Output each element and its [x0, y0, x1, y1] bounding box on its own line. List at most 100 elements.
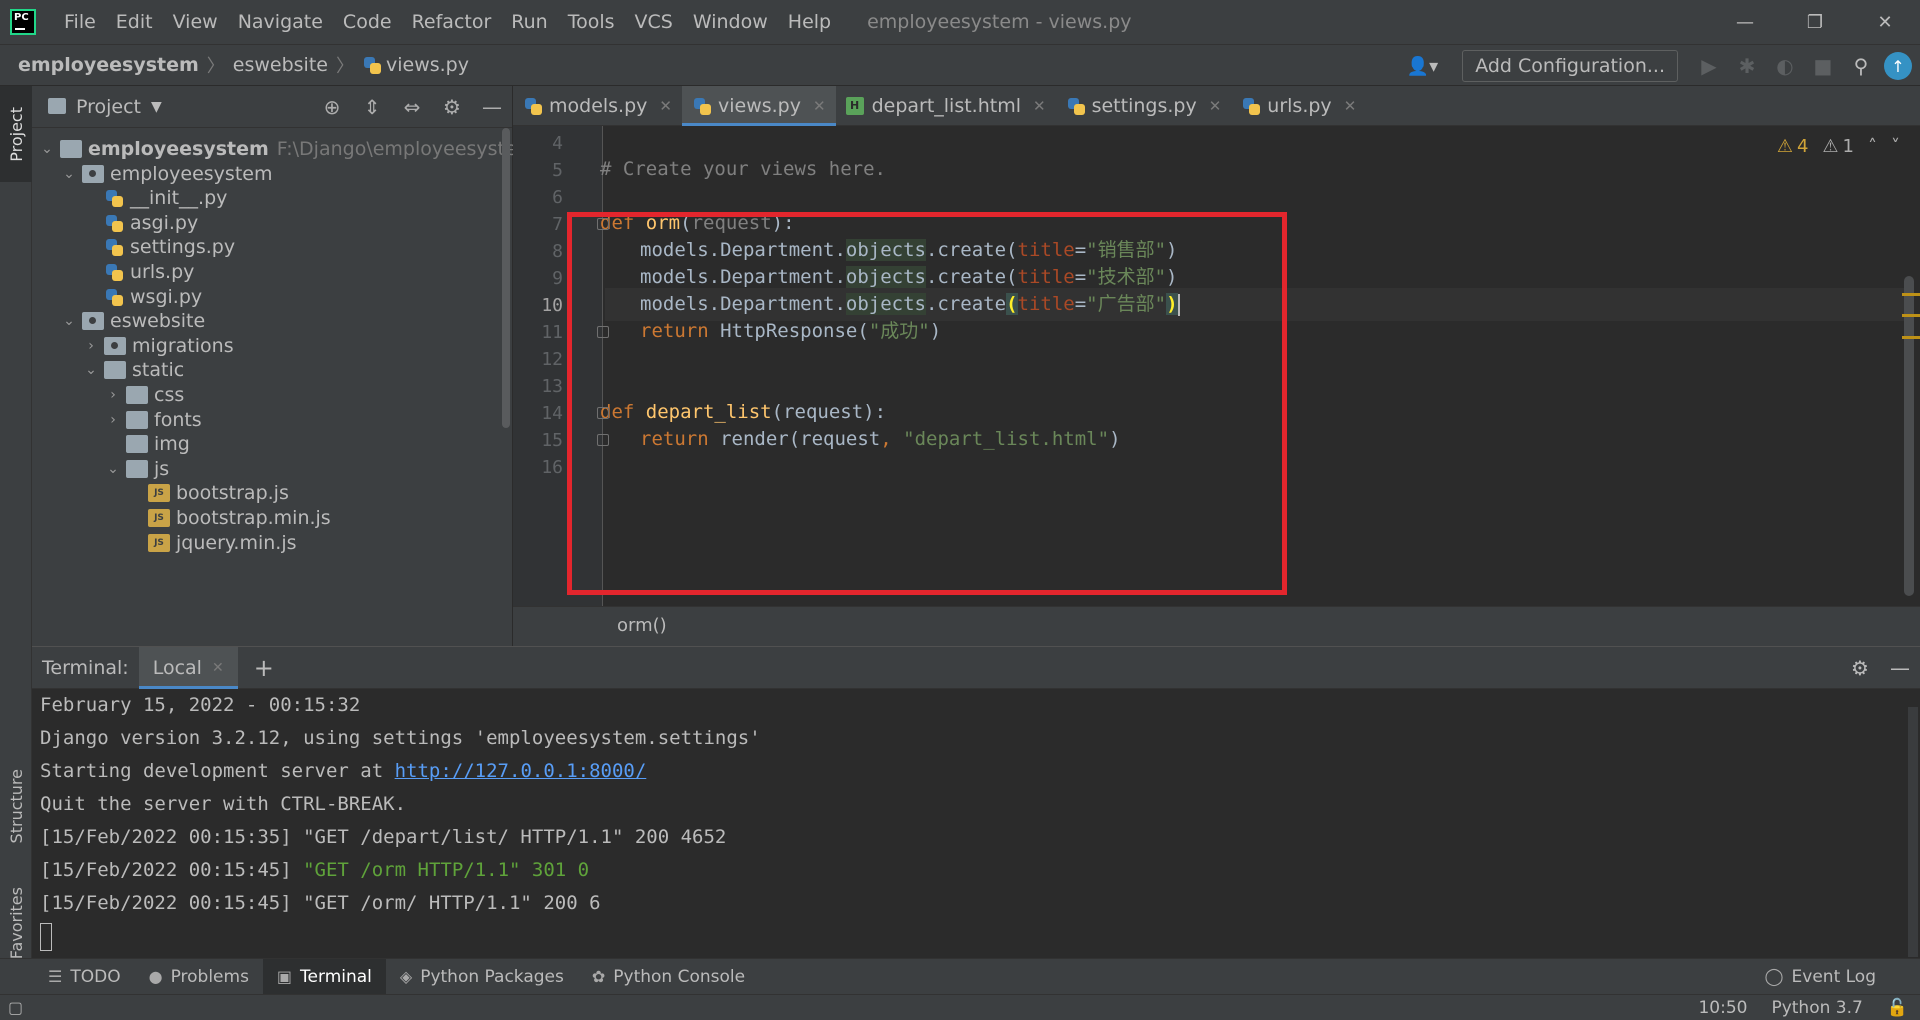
weak-warning-count: 1	[1842, 136, 1854, 157]
collapse-all-icon[interactable]: ⇔	[392, 95, 432, 119]
terminal-prompt[interactable]	[40, 920, 1900, 953]
add-configuration-button[interactable]: Add Configuration...	[1462, 50, 1678, 82]
menu-vcs[interactable]: VCS	[625, 0, 683, 44]
add-terminal-icon[interactable]: +	[254, 654, 274, 682]
close-icon[interactable]: ✕	[813, 97, 826, 115]
breadcrumb-function[interactable]: orm()	[617, 615, 667, 636]
menu-tools[interactable]: Tools	[558, 0, 625, 44]
crumb-module[interactable]: eswebsite	[233, 54, 328, 76]
chevron-right-icon[interactable]: ›	[104, 387, 122, 403]
hide-icon[interactable]: —	[1880, 656, 1920, 680]
project-panel-header: Project ▼ ⊕ ⇕ ⇔ ⚙ —	[32, 86, 512, 128]
chevron-down-icon[interactable]: ▼	[151, 99, 162, 115]
terminal-tab[interactable]: ▣ Terminal	[262, 958, 386, 995]
editor-tab[interactable]: settings.py ✕	[1056, 86, 1232, 126]
menu-window[interactable]: Window	[683, 0, 778, 44]
chevron-down-icon[interactable]: ⌄	[60, 313, 78, 329]
chevron-right-icon[interactable]: ›	[104, 412, 122, 428]
python-file-icon	[1241, 96, 1261, 116]
inspection-widget[interactable]: ⚠ 4 ⚠ 1 ˄ ˅	[1777, 136, 1900, 157]
close-icon[interactable]: ✕	[212, 660, 224, 676]
editor-tab[interactable]: models.py ✕	[513, 86, 682, 126]
menu-code[interactable]: Code	[333, 0, 402, 44]
terminal-line: Starting development server at http://12…	[40, 760, 647, 782]
gear-icon[interactable]: ⚙	[1840, 656, 1880, 680]
search-icon[interactable]: ⚲	[1842, 54, 1880, 78]
coverage-icon[interactable]: ◐	[1766, 54, 1804, 78]
status-bar: ▢ 10:50 Python 3.7 🔓	[0, 994, 1920, 1020]
run-icon[interactable]: ▶	[1690, 54, 1728, 78]
menu-view[interactable]: View	[163, 0, 228, 44]
menu-navigate[interactable]: Navigate	[228, 0, 333, 44]
restore-button[interactable]: ❐	[1780, 0, 1850, 44]
editor-scrollbar[interactable]	[1904, 276, 1914, 596]
left-tool-stripe: Project Structure Favorites	[0, 86, 32, 1000]
editor-tab-label: depart_list.html	[871, 95, 1022, 117]
close-icon[interactable]: ✕	[1209, 97, 1222, 115]
chevron-down-icon[interactable]: ⌄	[38, 141, 56, 157]
event-log-icon: ◯	[1764, 967, 1784, 987]
close-icon[interactable]: ✕	[659, 97, 672, 115]
crumb-file[interactable]: views.py	[386, 54, 469, 76]
close-window-button[interactable]: ✕	[1850, 0, 1920, 44]
menu-edit[interactable]: Edit	[106, 0, 163, 44]
python-file-icon	[104, 188, 124, 208]
editor-tab[interactable]: Hdepart_list.html ✕	[836, 86, 1056, 126]
terminal-cursor	[40, 922, 52, 951]
javascript-file-icon: JS	[148, 484, 170, 503]
hide-icon[interactable]: —	[472, 95, 512, 119]
warning-icon: ⚠	[1776, 136, 1793, 157]
caret-position[interactable]: 10:50	[1698, 998, 1747, 1018]
debug-icon[interactable]: ✱	[1728, 54, 1766, 78]
minimize-button[interactable]: —	[1710, 0, 1780, 44]
editor-tab-label: models.py	[549, 95, 648, 117]
menu-help[interactable]: Help	[778, 0, 841, 44]
menu-refactor[interactable]: Refactor	[402, 0, 502, 44]
terminal-output[interactable]: February 15, 2022 - 00:15:32 Django vers…	[40, 689, 1900, 959]
gear-icon[interactable]: ⚙	[432, 95, 472, 119]
editor-tab[interactable]: views.py ✕	[681, 86, 836, 126]
todo-tab[interactable]: ☰ TODO	[34, 959, 135, 995]
chevron-right-icon[interactable]: ›	[82, 338, 100, 354]
chevron-down-icon[interactable]: ⌄	[60, 166, 78, 182]
python-console-tab[interactable]: ✿ Python Console	[578, 959, 759, 995]
stop-icon[interactable]: ■	[1804, 54, 1842, 78]
line-number: 16	[541, 457, 563, 478]
project-view-icon	[48, 98, 66, 114]
close-icon[interactable]: ✕	[1033, 97, 1046, 115]
chevron-down-icon[interactable]: ˅	[1891, 136, 1900, 157]
list-icon: ☰	[48, 967, 63, 986]
locate-icon[interactable]: ⊕	[312, 95, 352, 119]
project-tool-tab[interactable]: Project	[0, 86, 32, 182]
crumb-project[interactable]: employeesystem	[18, 54, 199, 76]
lock-icon[interactable]: 🔓	[1887, 998, 1908, 1018]
editor-tab[interactable]: urls.py ✕	[1231, 86, 1366, 126]
menu-file[interactable]: File	[54, 0, 106, 44]
expand-all-icon[interactable]: ⇕	[352, 95, 392, 119]
server-url-link[interactable]: http://127.0.0.1:8000/	[395, 760, 647, 782]
menu-run[interactable]: Run	[501, 0, 557, 44]
error-stripe-mark[interactable]	[1902, 293, 1920, 296]
python-interpreter[interactable]: Python 3.7	[1771, 998, 1862, 1018]
update-icon[interactable]: ↑	[1884, 52, 1912, 80]
python-file-icon	[104, 213, 124, 233]
python-packages-tab[interactable]: ◈ Python Packages	[386, 959, 578, 995]
tree-item[interactable]: JS jquery.min.js	[126, 528, 297, 558]
terminal-scrollbar[interactable]	[1908, 707, 1918, 957]
terminal-line: Quit the server with CTRL-BREAK.	[40, 793, 407, 815]
project-scrollbar[interactable]	[502, 128, 510, 428]
chevron-up-icon[interactable]: ˄	[1868, 136, 1877, 157]
close-icon[interactable]: ✕	[1344, 97, 1357, 115]
terminal-header: Terminal: Local ✕ + ⚙ —	[32, 646, 1920, 689]
event-log-tab[interactable]: ◯ Event Log	[1765, 959, 1877, 995]
project-view-selector[interactable]: Project	[76, 96, 141, 118]
error-stripe-mark[interactable]	[1902, 336, 1920, 339]
user-icon[interactable]: 👤▾	[1407, 56, 1438, 77]
problems-tab[interactable]: ● Problems	[135, 959, 263, 995]
error-stripe-mark[interactable]	[1902, 314, 1920, 317]
terminal-tab-local[interactable]: Local ✕	[138, 646, 238, 689]
chevron-down-icon[interactable]: ⌄	[104, 461, 122, 477]
folder-icon	[126, 435, 148, 454]
chevron-down-icon[interactable]: ⌄	[82, 362, 100, 378]
toggle-tool-windows-icon[interactable]: ▢	[8, 998, 23, 1017]
